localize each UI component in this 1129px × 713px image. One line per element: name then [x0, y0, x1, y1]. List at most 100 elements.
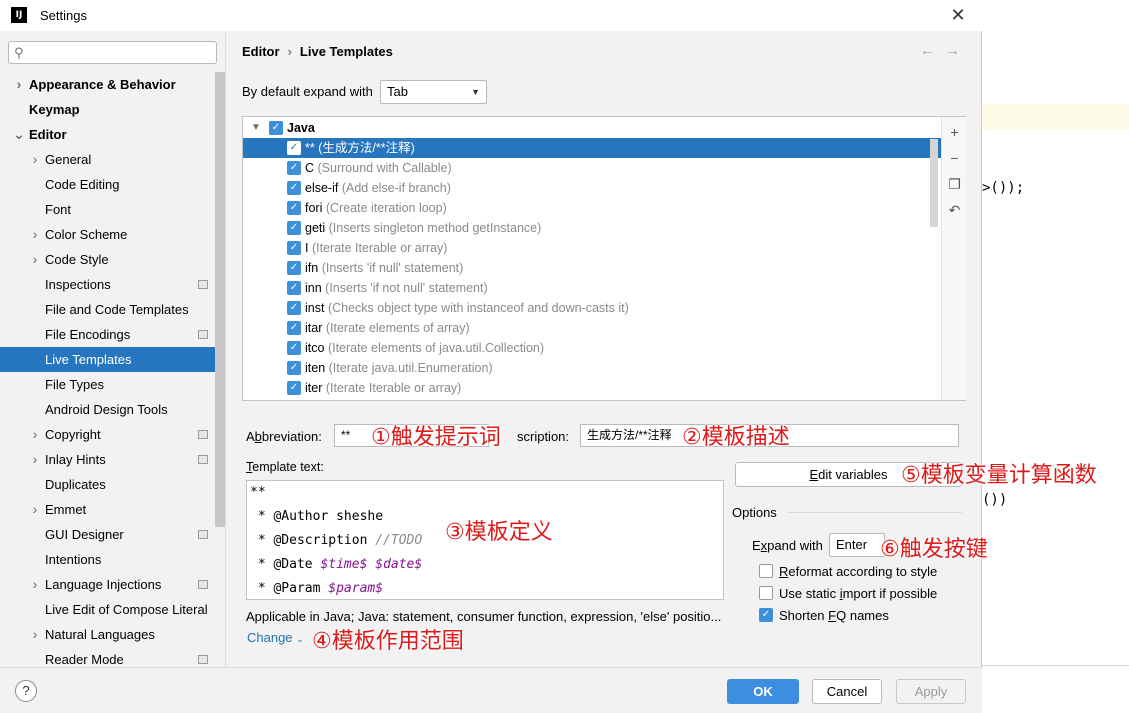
- expand-with-label: Expand with: [752, 538, 823, 553]
- template-checkbox[interactable]: ✓: [287, 161, 301, 175]
- help-icon[interactable]: ?: [15, 680, 37, 702]
- template-description: (Iterate Iterable or array): [325, 381, 462, 395]
- template-row[interactable]: ✓ else-if (Add else-if branch): [243, 178, 941, 198]
- chevron-right-icon[interactable]: ›: [29, 572, 41, 597]
- sidebar-item-file-encodings[interactable]: File Encodings: [0, 322, 214, 347]
- sidebar-item-file-types[interactable]: File Types: [0, 372, 214, 397]
- template-row[interactable]: ✓ C (Surround with Callable): [243, 158, 941, 178]
- ok-button[interactable]: OK: [727, 679, 799, 704]
- template-row[interactable]: ✓ geti (Inserts singleton method getInsta…: [243, 218, 941, 238]
- sidebar-item-emmet[interactable]: › Emmet: [0, 497, 214, 522]
- sidebar-item-label: File Encodings: [45, 327, 131, 342]
- chevron-right-icon[interactable]: ›: [29, 247, 41, 272]
- template-code-line: * @Author sheshe: [250, 509, 384, 524]
- sidebar-item-intentions[interactable]: Intentions: [0, 547, 214, 572]
- copy-icon[interactable]: ❐: [942, 173, 967, 195]
- chevron-down-icon[interactable]: ⌄: [13, 122, 25, 147]
- sidebar-item-label: Language Injections: [45, 577, 162, 592]
- annotation-template-scope: ④模板作用范围: [312, 629, 464, 654]
- sidebar-item-live-edit-of-compose-literal[interactable]: Live Edit of Compose Literal: [0, 597, 214, 622]
- annotation-template-description: ②模板描述: [682, 425, 790, 450]
- forward-arrow-icon[interactable]: →: [945, 42, 970, 59]
- template-row[interactable]: ✓ I (Iterate Iterable or array): [243, 238, 941, 258]
- sidebar-item-duplicates[interactable]: Duplicates: [0, 472, 214, 497]
- sidebar-item-keymap[interactable]: Keymap: [0, 97, 214, 122]
- template-checkbox[interactable]: ✓: [287, 201, 301, 215]
- restore-icon[interactable]: ↶: [942, 199, 967, 221]
- template-description: (Iterate elements of java.util.Collectio…: [327, 341, 545, 355]
- templates-scrollbar[interactable]: [930, 139, 938, 227]
- template-checkbox[interactable]: ✓: [287, 381, 301, 395]
- apply-button[interactable]: Apply: [896, 679, 966, 704]
- add-icon[interactable]: +: [942, 121, 967, 143]
- sidebar-item-label: Font: [45, 202, 72, 217]
- template-row[interactable]: ✓ fori (Create iteration loop): [243, 198, 941, 218]
- sidebar-item-general[interactable]: › General: [0, 147, 214, 172]
- sidebar-item-copyright[interactable]: › Copyright: [0, 422, 214, 447]
- sidebar-item-label: Appearance & Behavior: [29, 77, 176, 92]
- template-checkbox[interactable]: ✓: [287, 141, 301, 155]
- static-import-checkbox[interactable]: [759, 586, 773, 600]
- chevron-right-icon[interactable]: ›: [29, 622, 41, 647]
- expand-with-select[interactable]: Enter: [829, 533, 885, 557]
- sidebar-item-android-design-tools[interactable]: Android Design Tools: [0, 397, 214, 422]
- close-icon[interactable]: ✕: [946, 4, 970, 26]
- remove-icon[interactable]: −: [942, 147, 967, 169]
- reformat-checkbox[interactable]: [759, 564, 773, 578]
- template-row[interactable]: ✓ itar (Iterate elements of array): [243, 318, 941, 338]
- chevron-down-icon[interactable]: ▼: [251, 118, 261, 138]
- template-checkbox[interactable]: ✓: [287, 181, 301, 195]
- cancel-button[interactable]: Cancel: [812, 679, 882, 704]
- default-expand-select[interactable]: Tab ▼: [380, 80, 487, 104]
- template-description: (Add else-if branch): [341, 181, 451, 195]
- template-checkbox[interactable]: ✓: [287, 301, 301, 315]
- template-row[interactable]: ✓ itco (Iterate elements of java.util.Col…: [243, 338, 941, 358]
- sidebar-item-inspections[interactable]: Inspections: [0, 272, 214, 297]
- template-description: (Inserts 'if not null' statement): [325, 281, 488, 295]
- shorten-fq-checkbox[interactable]: ✓: [759, 608, 773, 622]
- chevron-right-icon[interactable]: ›: [13, 72, 25, 97]
- group-checkbox[interactable]: ✓: [269, 121, 283, 135]
- chevron-right-icon[interactable]: ›: [29, 422, 41, 447]
- sidebar-item-label: General: [45, 152, 92, 167]
- sidebar-item-live-templates[interactable]: Live Templates: [0, 347, 225, 372]
- template-row[interactable]: ✓ iten (Iterate java.util.Enumeration): [243, 358, 941, 378]
- sidebar-item-label: Android Design Tools: [45, 402, 168, 417]
- chevron-right-icon[interactable]: ›: [29, 147, 41, 172]
- sidebar-item-language-injections[interactable]: › Language Injections: [0, 572, 214, 597]
- sidebar-item-font[interactable]: Font: [0, 197, 214, 222]
- template-abbreviation: iter: [305, 381, 323, 395]
- template-checkbox[interactable]: ✓: [287, 241, 301, 255]
- template-checkbox[interactable]: ✓: [287, 341, 301, 355]
- change-context-link[interactable]: Change ⌄: [247, 630, 304, 645]
- template-row[interactable]: ✓ ** (生成方法/**注释): [243, 138, 941, 158]
- breadcrumb-parent[interactable]: Editor: [242, 44, 280, 59]
- chevron-down-icon: ⌄: [296, 634, 304, 644]
- sidebar-item-color-scheme[interactable]: › Color Scheme: [0, 222, 214, 247]
- template-checkbox[interactable]: ✓: [287, 321, 301, 335]
- sidebar-item-file-and-code-templates[interactable]: File and Code Templates: [0, 297, 214, 322]
- chevron-right-icon[interactable]: ›: [29, 447, 41, 472]
- sidebar-item-code-editing[interactable]: Code Editing: [0, 172, 214, 197]
- template-checkbox[interactable]: ✓: [287, 261, 301, 275]
- sidebar-item-inlay-hints[interactable]: › Inlay Hints: [0, 447, 214, 472]
- template-description: (Surround with Callable): [317, 161, 452, 175]
- sidebar-item-editor[interactable]: ⌄ Editor: [0, 122, 214, 147]
- sidebar-item-natural-languages[interactable]: › Natural Languages: [0, 622, 214, 647]
- template-row[interactable]: ✓ inst (Checks object type with instanceo…: [243, 298, 941, 318]
- chevron-right-icon[interactable]: ›: [29, 497, 41, 522]
- search-input[interactable]: ⚲: [8, 41, 217, 64]
- template-checkbox[interactable]: ✓: [287, 221, 301, 235]
- template-checkbox[interactable]: ✓: [287, 281, 301, 295]
- template-checkbox[interactable]: ✓: [287, 361, 301, 375]
- template-row[interactable]: ✓ inn (Inserts 'if not null' statement): [243, 278, 941, 298]
- template-group[interactable]: ▼ ✓ Java: [243, 118, 941, 138]
- sidebar-item-appearance-behavior[interactable]: › Appearance & Behavior: [0, 72, 214, 97]
- back-arrow-icon[interactable]: ←: [920, 42, 945, 59]
- template-row[interactable]: ✓ iter (Iterate Iterable or array): [243, 378, 941, 398]
- chevron-right-icon[interactable]: ›: [29, 222, 41, 247]
- sidebar-item-code-style[interactable]: › Code Style: [0, 247, 214, 272]
- sidebar-item-gui-designer[interactable]: GUI Designer: [0, 522, 214, 547]
- template-row[interactable]: ✓ ifn (Inserts 'if null' statement): [243, 258, 941, 278]
- sidebar-scrollbar[interactable]: [215, 72, 225, 527]
